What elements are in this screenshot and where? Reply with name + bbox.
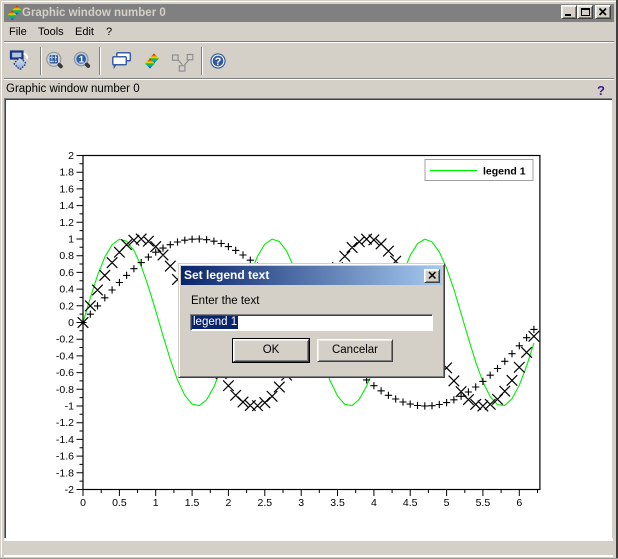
svg-text:4.5: 4.5 [403, 497, 418, 509]
svg-text:0.6: 0.6 [59, 267, 74, 279]
svg-text:3.5: 3.5 [330, 497, 345, 509]
svg-text:legend 1: legend 1 [483, 166, 526, 178]
svg-text:2: 2 [68, 150, 74, 162]
svg-text:-1.4: -1.4 [56, 434, 74, 446]
svg-text:-1.6: -1.6 [56, 451, 74, 463]
svg-text:1.4: 1.4 [59, 200, 74, 212]
svg-text:1: 1 [68, 234, 74, 246]
svg-text:-1: -1 [65, 401, 74, 413]
svg-text:0.8: 0.8 [59, 250, 74, 262]
svg-text:1.8: 1.8 [59, 167, 74, 179]
svg-text:1.2: 1.2 [59, 217, 74, 229]
svg-text:-0.6: -0.6 [56, 367, 74, 379]
svg-text:-0.8: -0.8 [56, 384, 74, 396]
svg-text:5.5: 5.5 [476, 497, 491, 509]
svg-text:0.5: 0.5 [112, 497, 127, 509]
svg-text:-0.4: -0.4 [56, 350, 74, 362]
svg-text:0.4: 0.4 [59, 284, 74, 296]
svg-text:0: 0 [68, 317, 74, 329]
svg-text:1.5: 1.5 [185, 497, 200, 509]
svg-text:3: 3 [298, 497, 304, 509]
svg-text:5: 5 [444, 497, 450, 509]
svg-text:1: 1 [153, 497, 159, 509]
svg-text:0: 0 [80, 497, 86, 509]
svg-text:4: 4 [371, 497, 377, 509]
svg-text:-2: -2 [65, 484, 74, 496]
svg-text:-0.2: -0.2 [56, 334, 74, 346]
svg-text:2.5: 2.5 [257, 497, 272, 509]
svg-text:-1.8: -1.8 [56, 467, 74, 479]
svg-text:2: 2 [225, 497, 231, 509]
svg-text:-1.2: -1.2 [56, 417, 74, 429]
svg-text:0.2: 0.2 [59, 300, 74, 312]
svg-text:6: 6 [516, 497, 522, 509]
svg-text:1.6: 1.6 [59, 183, 74, 195]
